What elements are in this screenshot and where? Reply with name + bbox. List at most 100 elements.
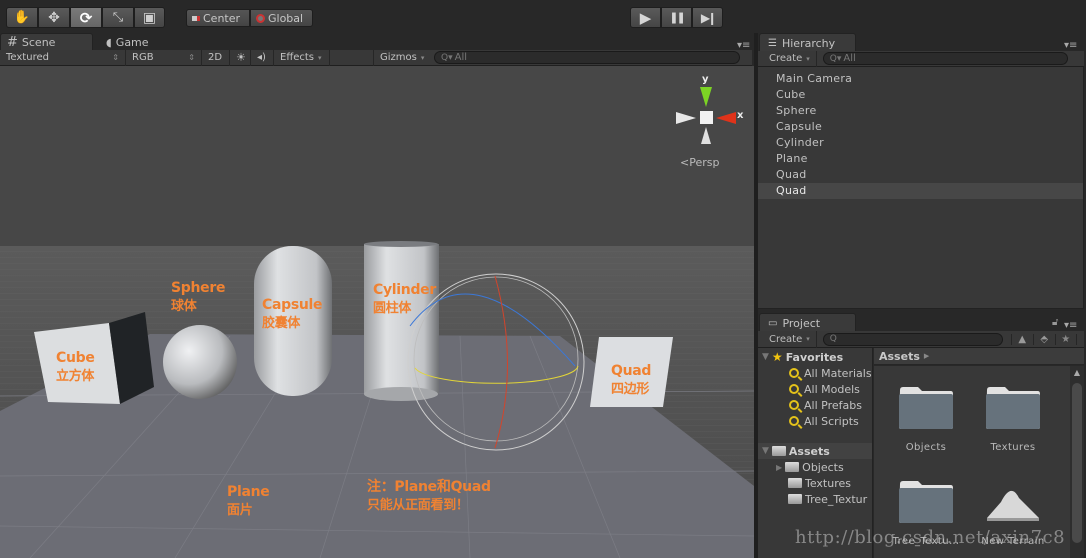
hierarchy-item-quad[interactable]: Quad <box>758 167 1083 183</box>
hierarchy-item-cylinder[interactable]: Cylinder <box>758 135 1083 151</box>
cube-label-en: Cube <box>56 350 95 366</box>
rect-tool-button[interactable]: ▣ <box>134 7 165 28</box>
scene-viewport[interactable]: y x <Persp Cube 立方体 Sphere 球体 Capsule 胶囊… <box>0 66 754 558</box>
project-scrollbar[interactable]: ▲ <box>1070 366 1084 558</box>
favorite-all-materials[interactable]: All Materials <box>758 365 872 381</box>
audio-toggle[interactable]: ◂) <box>251 49 274 66</box>
favorite-label: All Prefabs <box>804 398 862 412</box>
space-label: Global <box>268 11 304 25</box>
2d-label: 2D <box>208 52 223 63</box>
tab-scene-label: Scene <box>21 36 56 49</box>
search-icon: Q <box>829 334 837 344</box>
filter-by-type-button[interactable]: ▲ <box>1010 333 1033 345</box>
step-button[interactable]: ▶❙ <box>692 7 723 28</box>
lock-icon[interactable]: 🔓︎ <box>1052 317 1058 328</box>
pivot-rotation-toggle[interactable]: Global <box>250 9 313 27</box>
scroll-thumb[interactable] <box>1072 383 1082 543</box>
gizmos-dropdown[interactable]: Gizmos ▾ <box>374 50 430 66</box>
tree-folder-objects[interactable]: ▶ Objects <box>758 459 872 475</box>
project-tab-label: Project <box>782 316 821 330</box>
hand-tool-button[interactable]: ✋ <box>6 7 38 28</box>
dropdown-arrow-icon: ▾ <box>318 53 322 62</box>
cube-label-zh: 立方体 <box>56 369 95 385</box>
favorite-label: All Materials <box>804 366 872 380</box>
project-menu-icon[interactable]: ▾≡ <box>1064 320 1077 331</box>
hierarchy-menu-icon[interactable]: ▾≡ <box>1064 40 1077 51</box>
favorite-all-prefabs[interactable]: All Prefabs <box>758 397 872 413</box>
hierarchy-item-main-camera[interactable]: Main Camera <box>758 71 1083 87</box>
neg-x-cone-icon[interactable] <box>676 112 696 124</box>
assets-section[interactable]: ▼ Assets <box>758 443 872 459</box>
project-create-dropdown[interactable]: Create ▾ <box>758 330 817 348</box>
tree-folder-tree-textures[interactable]: Tree_Textur <box>758 491 872 507</box>
hierarchy-item-plane[interactable]: Plane <box>758 151 1083 167</box>
tree-folder-textures[interactable]: Textures <box>758 475 872 491</box>
folder-icon <box>788 478 802 488</box>
project-search-input[interactable]: Q <box>822 332 1003 346</box>
x-axis-cone-icon[interactable] <box>716 112 736 124</box>
scale-tool-button[interactable]: ⤡ <box>102 7 134 28</box>
hierarchy-list: Main Camera Cube Sphere Capsule Cylinder… <box>758 67 1084 309</box>
tab-scene[interactable]: # Scene <box>0 33 93 51</box>
play-button[interactable]: ▶ <box>630 7 661 28</box>
rotate-tool-button[interactable]: ⟳ <box>70 7 102 28</box>
projection-toggle[interactable]: <Persp <box>680 156 719 169</box>
gizmos-label: Gizmos <box>380 52 417 63</box>
orientation-gizmo[interactable]: y x <box>676 74 743 144</box>
hierarchy-item-capsule[interactable]: Capsule <box>758 119 1083 135</box>
folder-icon <box>899 481 953 523</box>
capsule-label-zh: 胶囊体 <box>262 316 301 332</box>
hierarchy-item-sphere[interactable]: Sphere <box>758 103 1083 119</box>
favorite-all-scripts[interactable]: All Scripts <box>758 413 872 429</box>
star-icon: ★ <box>771 350 783 364</box>
effects-dropdown[interactable]: Effects ▾ <box>274 49 330 66</box>
center-cube-icon[interactable] <box>700 111 713 124</box>
tab-project[interactable]: ▭ Project <box>759 313 856 332</box>
search-filter-icon <box>789 368 799 378</box>
hierarchy-search-input[interactable]: Q▾ All <box>822 52 1068 65</box>
hand-icon: ✋ <box>13 10 31 25</box>
rect-icon: ▣ <box>142 9 157 26</box>
dropdown-arrow-icon: ▾ <box>420 53 425 62</box>
plane-label-zh: 面片 <box>227 503 253 519</box>
breadcrumb-assets[interactable]: Assets <box>879 350 920 363</box>
updown-arrow-icon: ⇕ <box>112 53 119 62</box>
project-breadcrumb: Assets ▶ <box>874 348 1084 365</box>
favorites-section[interactable]: ▼ ★ Favorites <box>758 349 872 365</box>
expand-arrow-icon: ▼ <box>762 352 769 362</box>
2d-toggle[interactable]: 2D <box>202 49 230 66</box>
search-icon: Q▾ <box>829 53 842 64</box>
tab-game[interactable]: ◖ Game <box>100 33 180 51</box>
tree-folder-label: Objects <box>802 460 844 474</box>
scene-search-placeholder: All <box>454 52 468 63</box>
neg-z-cone-icon[interactable] <box>701 127 711 144</box>
scroll-up-arrow-icon[interactable]: ▲ <box>1070 366 1084 377</box>
move-tool-button[interactable]: ✥ <box>38 7 70 28</box>
shading-mode-dropdown[interactable]: Textured ⇕ <box>0 49 126 66</box>
favorites-label: Favorites <box>785 350 844 364</box>
render-mode-dropdown[interactable]: RGB ⇕ <box>126 49 202 66</box>
pivot-position-toggle[interactable]: Center <box>186 9 250 27</box>
sphere-label-en: Sphere <box>171 280 226 296</box>
quad-label-en: Quad <box>611 363 652 379</box>
hierarchy-item-cube[interactable]: Cube <box>758 87 1083 103</box>
render-mode-value: RGB <box>132 52 154 63</box>
move-icon: ✥ <box>48 9 60 26</box>
global-icon <box>256 13 265 23</box>
y-axis-cone-icon[interactable] <box>700 87 712 107</box>
scene-search-input[interactable]: Q▾ All <box>434 51 740 64</box>
folder-icon: ▭ <box>768 317 778 329</box>
pause-button[interactable]: ❚❚ <box>661 7 692 28</box>
favorites-button[interactable]: ★ <box>1054 333 1077 345</box>
lighting-toggle[interactable]: ☀ <box>230 49 251 66</box>
hierarchy-item-quad-selected[interactable]: Quad <box>758 183 1083 199</box>
step-icon: ▶❙ <box>700 10 717 25</box>
filter-by-label-button[interactable]: ⬘ <box>1032 333 1055 345</box>
shading-mode-value: Textured <box>6 52 49 63</box>
hierarchy-create-dropdown[interactable]: Create ▾ <box>758 50 817 67</box>
folder-icon <box>788 494 802 504</box>
hierarchy-tab-label: Hierarchy <box>781 36 836 50</box>
favorite-all-models[interactable]: All Models <box>758 381 872 397</box>
note-label: 注：Plane和Quad 只能从正面看到！ <box>367 477 491 516</box>
tab-hierarchy[interactable]: ☰ Hierarchy <box>759 33 856 52</box>
